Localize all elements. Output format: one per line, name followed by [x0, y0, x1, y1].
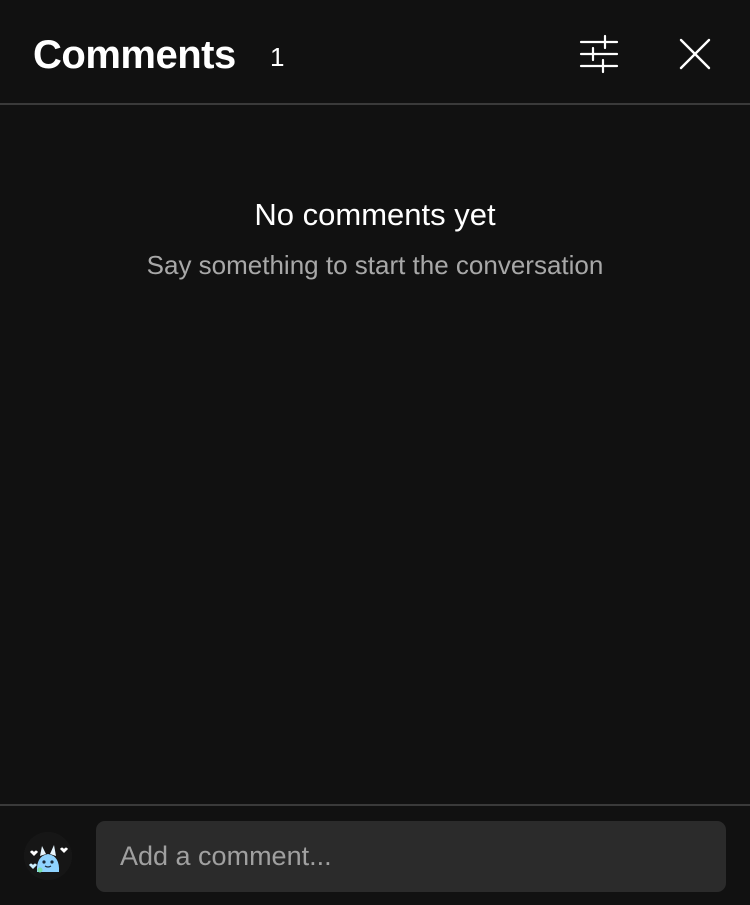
sliders-icon [579, 34, 619, 74]
filter-button[interactable] [571, 26, 627, 82]
comment-input[interactable] [96, 821, 726, 892]
close-button[interactable] [667, 26, 723, 82]
comments-header: Comments 1 [0, 0, 750, 105]
comments-panel: Comments 1 No comments yet Say something… [0, 0, 750, 903]
empty-state-title: No comments yet [254, 197, 496, 232]
empty-state: No comments yet Say something to start t… [0, 195, 750, 281]
user-avatar[interactable] [24, 832, 72, 880]
comment-composer [0, 804, 750, 905]
avatar-character-icon [24, 832, 72, 880]
empty-state-subtitle: Say something to start the conversation [146, 250, 604, 280]
panel-title: Comments [33, 33, 236, 77]
comment-count: 1 [270, 42, 285, 72]
close-icon [679, 38, 711, 70]
